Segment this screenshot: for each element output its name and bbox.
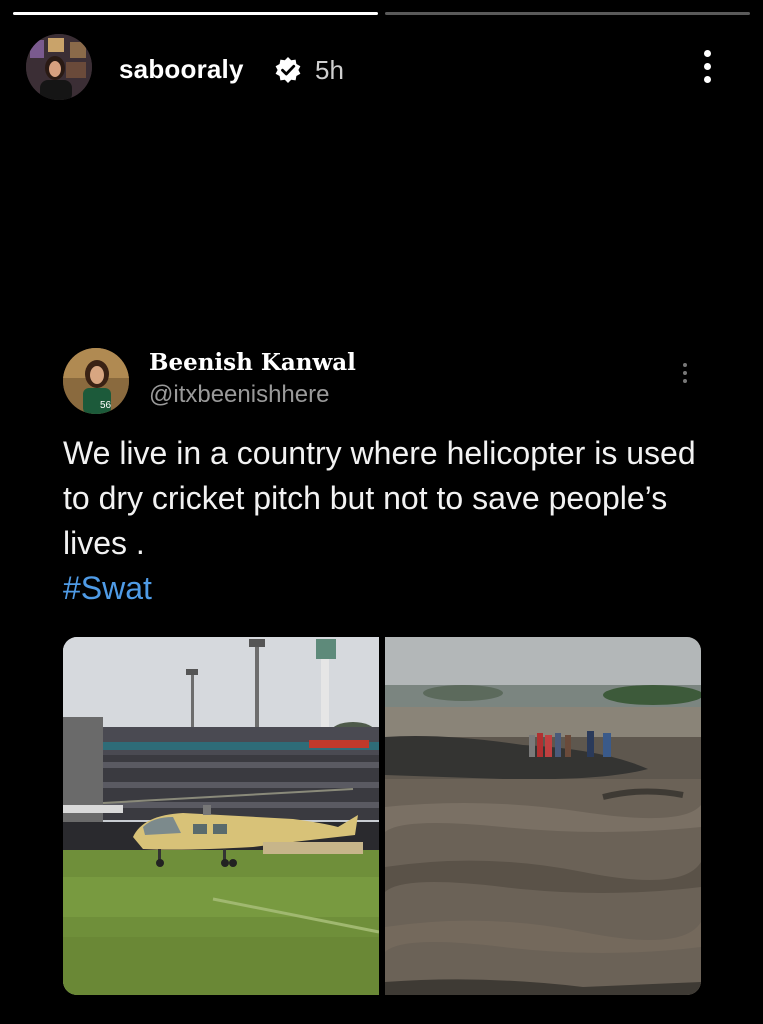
verified-badge-icon — [275, 57, 301, 83]
post-time: 5h — [315, 55, 344, 85]
flood-photo — [385, 637, 701, 995]
tweet-media[interactable] — [63, 637, 701, 995]
avatar[interactable] — [26, 34, 92, 100]
tweet-media-images — [63, 637, 701, 995]
story-header: sabooraly 5h — [26, 34, 737, 104]
tweet-text-block: We live in a country where helicopter is… — [63, 431, 703, 611]
tweet-handle[interactable]: @itxbeenishhere — [149, 381, 329, 409]
svg-text:56: 56 — [100, 400, 112, 411]
tweet-more-icon[interactable] — [682, 363, 688, 387]
tweet-hashtag[interactable]: #Swat — [63, 566, 703, 611]
stadium-helicopter-photo — [63, 637, 380, 995]
tweet-avatar-image: 56 — [63, 348, 129, 414]
tweet-display-name[interactable]: Beenish Kanwal — [149, 349, 356, 376]
username[interactable]: sabooraly — [119, 54, 244, 85]
story-progress-1 — [13, 12, 378, 15]
more-vertical-icon[interactable] — [701, 50, 713, 90]
tweet-avatar[interactable]: 56 — [63, 348, 129, 414]
story-progress-fill-1 — [13, 12, 378, 15]
tweet-text: We live in a country where helicopter is… — [63, 435, 696, 561]
story-progress-2 — [385, 12, 750, 15]
avatar-image — [26, 34, 92, 100]
